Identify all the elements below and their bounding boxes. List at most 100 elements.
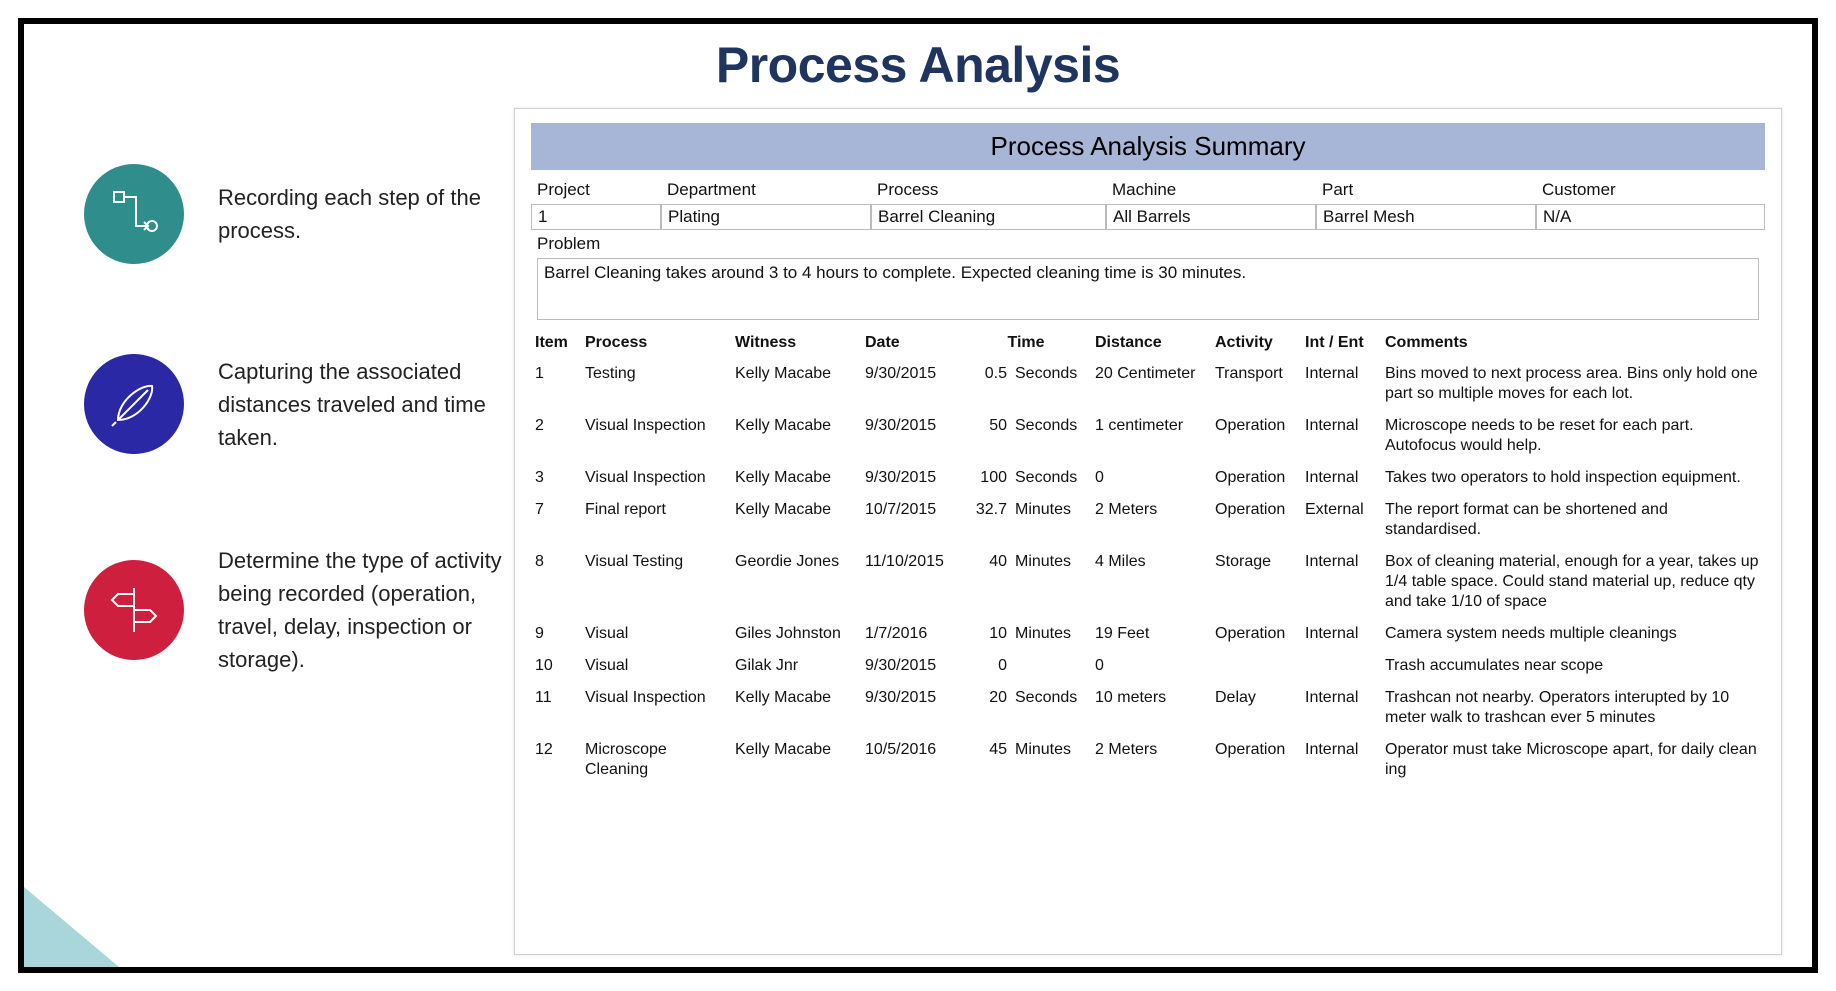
cell-witness: Giles Johnston [731, 618, 861, 650]
meta-value-machine: All Barrels [1106, 204, 1316, 230]
cell-time_u: Minutes [1011, 546, 1091, 618]
cell-time_n: 45 [961, 734, 1011, 786]
table-header-row: Item Process Witness Date Time Distance … [531, 328, 1765, 358]
cell-distance: 2 Meters [1091, 734, 1211, 786]
meta-value-project: 1 [531, 204, 661, 230]
cell-witness: Kelly Macabe [731, 462, 861, 494]
cell-time_n: 100 [961, 462, 1011, 494]
cell-time_n: 32.7 [961, 494, 1011, 546]
bullet-item: Capturing the associated distances trave… [84, 354, 514, 454]
cell-activity: Operation [1211, 734, 1301, 786]
cell-process: Final report [581, 494, 731, 546]
cell-process: Visual [581, 650, 731, 682]
cell-time_u: Seconds [1011, 358, 1091, 410]
left-column: Recording each step of the process. Capt… [84, 108, 514, 955]
cell-intent: Internal [1301, 546, 1381, 618]
cell-process: Visual [581, 618, 731, 650]
cell-intent [1301, 650, 1381, 682]
cell-intent: Internal [1301, 410, 1381, 462]
cell-date: 9/30/2015 [861, 410, 961, 462]
cell-distance: 10 meters [1091, 682, 1211, 734]
cell-process: Testing [581, 358, 731, 410]
cell-item: 11 [531, 682, 581, 734]
cell-activity: Operation [1211, 618, 1301, 650]
cell-comments: Microscope needs to be reset for each pa… [1381, 410, 1765, 462]
col-date: Date [861, 328, 961, 358]
cell-time_n: 10 [961, 618, 1011, 650]
cell-date: 10/5/2016 [861, 734, 961, 786]
summary-panel: Process Analysis Summary Project 1 Depar… [514, 108, 1782, 955]
cell-activity: Delay [1211, 682, 1301, 734]
cell-intent: Internal [1301, 682, 1381, 734]
cell-process: Visual Inspection [581, 462, 731, 494]
cell-time_u: Seconds [1011, 682, 1091, 734]
meta-label-process: Process [871, 176, 1106, 204]
corner-decoration [24, 887, 119, 967]
table-row: 10VisualGilak Jnr9/30/201500Trash accumu… [531, 650, 1765, 682]
meta-label-project: Project [531, 176, 661, 204]
meta-label-problem: Problem [531, 230, 1765, 258]
items-table: Item Process Witness Date Time Distance … [531, 328, 1765, 786]
cell-process: Visual Inspection [581, 410, 731, 462]
cell-witness: Kelly Macabe [731, 410, 861, 462]
meta-value-part: Barrel Mesh [1316, 204, 1536, 230]
col-process: Process [581, 328, 731, 358]
cell-comments: Trashcan not nearby. Operators interupte… [1381, 682, 1765, 734]
cell-process: Microscope Cleaning [581, 734, 731, 786]
content-area: Recording each step of the process. Capt… [84, 108, 1782, 955]
cell-intent: Internal [1301, 618, 1381, 650]
cell-date: 9/30/2015 [861, 682, 961, 734]
cell-witness: Kelly Macabe [731, 494, 861, 546]
col-activity: Activity [1211, 328, 1301, 358]
slide-frame: Process Analysis Recording each step of … [18, 18, 1818, 973]
cell-item: 1 [531, 358, 581, 410]
cell-activity: Transport [1211, 358, 1301, 410]
cell-time_u: Seconds [1011, 410, 1091, 462]
cell-witness: Kelly Macabe [731, 734, 861, 786]
cell-time_n: 40 [961, 546, 1011, 618]
cell-comments: Takes two operators to hold inspection e… [1381, 462, 1765, 494]
meta-value-process: Barrel Cleaning [871, 204, 1106, 230]
cell-activity: Operation [1211, 494, 1301, 546]
cell-distance: 1 centimeter [1091, 410, 1211, 462]
cell-distance: 0 [1091, 650, 1211, 682]
cell-witness: Kelly Macabe [731, 358, 861, 410]
cell-distance: 19 Feet [1091, 618, 1211, 650]
bullet-text: Recording each step of the process. [218, 181, 514, 247]
cell-activity: Storage [1211, 546, 1301, 618]
col-distance: Distance [1091, 328, 1211, 358]
bullet-item: Determine the type of activity being rec… [84, 544, 514, 676]
cell-comments: Trash accumulates near scope [1381, 650, 1765, 682]
cell-time_n: 0.5 [961, 358, 1011, 410]
cell-time_n: 50 [961, 410, 1011, 462]
cell-comments: The report format can be shortened and s… [1381, 494, 1765, 546]
page-title: Process Analysis [24, 36, 1812, 94]
meta-label-customer: Customer [1536, 176, 1765, 204]
cell-comments: Bins moved to next process area. Bins on… [1381, 358, 1765, 410]
cell-item: 10 [531, 650, 581, 682]
cell-item: 8 [531, 546, 581, 618]
cell-intent: External [1301, 494, 1381, 546]
cell-activity: Operation [1211, 410, 1301, 462]
cell-item: 7 [531, 494, 581, 546]
meta-label-machine: Machine [1106, 176, 1316, 204]
cell-item: 9 [531, 618, 581, 650]
cell-time_u: Seconds [1011, 462, 1091, 494]
meta-value-department: Plating [661, 204, 871, 230]
signpost-icon [84, 560, 184, 660]
meta-label-part: Part [1316, 176, 1536, 204]
cell-date: 9/30/2015 [861, 650, 961, 682]
cell-distance: 20 Centimeter [1091, 358, 1211, 410]
cell-witness: Geordie Jones [731, 546, 861, 618]
cell-date: 1/7/2016 [861, 618, 961, 650]
cell-intent: Internal [1301, 358, 1381, 410]
col-item: Item [531, 328, 581, 358]
col-time: Time [961, 328, 1091, 358]
meta-row: Project 1 Department Plating Process Bar… [531, 176, 1765, 230]
col-intent: Int / Ent [1301, 328, 1381, 358]
cell-witness: Gilak Jnr [731, 650, 861, 682]
cell-date: 10/7/2015 [861, 494, 961, 546]
bullet-item: Recording each step of the process. [84, 164, 514, 264]
table-row: 8Visual TestingGeordie Jones11/10/201540… [531, 546, 1765, 618]
table-row: 1TestingKelly Macabe9/30/20150.5Seconds2… [531, 358, 1765, 410]
